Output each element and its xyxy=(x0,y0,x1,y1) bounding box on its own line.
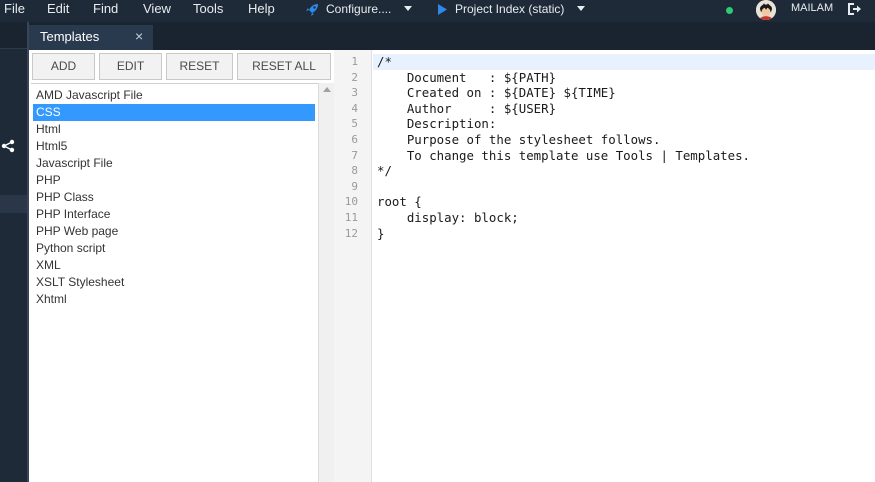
tab-bar: Templates × xyxy=(29,22,875,50)
line-number: 10 xyxy=(344,195,358,209)
line-number: 7 xyxy=(351,148,358,162)
line-number: 6 xyxy=(351,133,358,146)
configure-label: Configure.... xyxy=(326,2,392,16)
list-item[interactable]: Javascript File xyxy=(33,155,315,172)
list-item[interactable]: Python script xyxy=(33,240,315,257)
code-line[interactable]: Document : ${PATH} xyxy=(377,70,556,86)
line-number: 2 xyxy=(351,70,358,84)
list-item[interactable]: PHP Interface xyxy=(33,206,315,223)
code-line[interactable]: Author : ${USER} xyxy=(377,101,556,117)
line-number: 5 xyxy=(351,117,358,131)
chevron-down-icon xyxy=(577,6,585,11)
code-line[interactable]: /* xyxy=(377,54,392,70)
list-item[interactable]: Xhtml xyxy=(33,291,315,308)
avatar[interactable] xyxy=(756,0,776,20)
list-item-selected[interactable]: CSS xyxy=(33,104,315,121)
play-icon xyxy=(438,4,447,15)
line-number: 1 xyxy=(351,55,358,68)
code-line[interactable]: To change this template use Tools | Temp… xyxy=(377,148,750,164)
list-item[interactable]: XML xyxy=(33,257,315,274)
line-number-gutter: 1 2 3 4 5 6 7 8 9 10 11 12 xyxy=(334,50,372,482)
line-number: 11 xyxy=(344,211,358,224)
menu-bar: File Edit Find View Tools Help Configure… xyxy=(0,0,875,22)
online-status-dot xyxy=(726,7,733,14)
code-line[interactable]: Description: xyxy=(377,116,497,132)
menu-view[interactable]: View xyxy=(143,0,171,22)
configure-dropdown[interactable]: Configure.... xyxy=(305,0,415,22)
chevron-down-icon xyxy=(404,6,412,11)
rocket-icon xyxy=(306,4,318,16)
template-list: AMD Javascript File CSS Html Html5 Javas… xyxy=(31,83,319,482)
list-scrollbar[interactable] xyxy=(318,83,334,482)
line-number: 4 xyxy=(351,101,358,115)
list-item[interactable]: Html xyxy=(33,121,315,138)
add-button[interactable]: ADD xyxy=(32,53,95,80)
code-line[interactable]: */ xyxy=(377,163,392,179)
code-editor[interactable]: 1 2 3 4 5 6 7 8 9 10 11 12 /* Document :… xyxy=(334,50,875,482)
activity-bar-selection[interactable] xyxy=(0,195,27,213)
tab-templates[interactable]: Templates × xyxy=(29,25,153,50)
line-number: 3 xyxy=(351,86,358,100)
code-line[interactable]: Created on : ${DATE} ${TIME} xyxy=(377,85,616,101)
line-number: 9 xyxy=(351,179,358,193)
list-item[interactable]: XSLT Stylesheet xyxy=(33,274,315,291)
code-line[interactable]: } xyxy=(377,226,384,242)
menu-edit[interactable]: Edit xyxy=(47,0,69,22)
reset-button[interactable]: RESET xyxy=(166,53,233,80)
reset-all-button[interactable]: RESET ALL xyxy=(237,53,331,80)
templates-panel: ADD EDIT RESET RESET ALL AMD Javascript … xyxy=(29,50,334,482)
project-label: Project Index (static) xyxy=(455,2,565,16)
list-item[interactable]: PHP Web page xyxy=(33,223,315,240)
menu-find[interactable]: Find xyxy=(93,0,118,22)
scroll-up-icon[interactable] xyxy=(323,87,331,92)
username[interactable]: MAILAM xyxy=(791,2,833,14)
list-item[interactable]: AMD Javascript File xyxy=(33,87,315,104)
avatar-image xyxy=(756,0,776,20)
activity-bar xyxy=(0,22,27,482)
code-line[interactable]: root { xyxy=(377,194,422,210)
tab-templates-label: Templates xyxy=(40,29,100,44)
code-line[interactable]: Purpose of the stylesheet follows. xyxy=(377,132,661,148)
list-item[interactable]: PHP Class xyxy=(33,189,315,206)
list-item[interactable]: Html5 xyxy=(33,138,315,155)
menu-help[interactable]: Help xyxy=(248,0,275,22)
logout-icon[interactable] xyxy=(846,1,862,17)
line-number: 12 xyxy=(344,226,358,240)
menu-file[interactable]: File xyxy=(4,0,25,22)
share-icon[interactable] xyxy=(1,139,15,153)
active-line-highlight xyxy=(373,54,875,70)
activity-bar-header xyxy=(0,22,27,49)
line-number: 8 xyxy=(351,164,358,178)
code-line[interactable]: display: block; xyxy=(377,210,519,226)
list-item[interactable]: PHP xyxy=(33,172,315,189)
close-icon[interactable]: × xyxy=(135,28,143,44)
project-dropdown[interactable]: Project Index (static) xyxy=(437,0,587,22)
menu-tools[interactable]: Tools xyxy=(193,0,223,22)
edit-button[interactable]: EDIT xyxy=(99,53,162,80)
